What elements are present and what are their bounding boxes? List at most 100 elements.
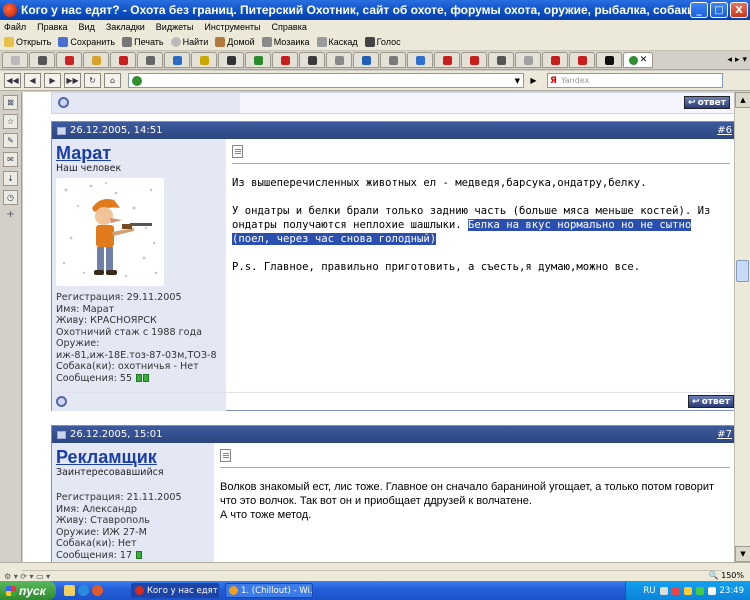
username-link[interactable]: Рекламщик <box>56 447 210 467</box>
browser-tab[interactable] <box>137 52 163 68</box>
save-button[interactable]: Сохранить <box>58 37 115 47</box>
downloads-panel-icon[interactable]: ↓ <box>3 171 18 186</box>
menu-file[interactable]: Файл <box>4 22 26 32</box>
cascade-button[interactable]: Каскад <box>316 37 358 47</box>
reply-button[interactable]: ↩ ответ <box>688 395 734 408</box>
menu-help[interactable]: Справка <box>272 22 307 32</box>
username-link[interactable]: Марат <box>56 143 222 163</box>
panel-toggle-icon[interactable]: ⊠ <box>3 95 18 110</box>
reply-button-prev[interactable]: ↩ ответ <box>684 96 730 109</box>
scroll-down-icon[interactable]: ▼ <box>735 546 750 562</box>
browser-tab[interactable] <box>164 52 190 68</box>
forum-post: 26.12.2005, 14:51 #6 Марат Наш человек Р… <box>51 121 734 411</box>
search-input[interactable]: Я Yandex <box>547 73 723 88</box>
browser-tab[interactable] <box>326 52 352 68</box>
tab-scroll-right-icon[interactable]: ▸ <box>735 55 740 65</box>
tray-icon[interactable] <box>683 586 692 595</box>
add-panel-icon[interactable]: + <box>6 209 14 220</box>
quick-launch-icon[interactable] <box>64 585 75 596</box>
status-tools-icon[interactable]: ⚙ ▾ ⟳ ▾ ▭ ▾ <box>4 572 50 581</box>
tray-icon[interactable] <box>707 586 716 595</box>
quick-launch-icon[interactable] <box>78 585 89 596</box>
post-number[interactable]: #6 <box>717 125 732 136</box>
maximize-button[interactable]: □ <box>710 2 728 18</box>
menu-widgets[interactable]: Виджеты <box>156 22 194 32</box>
voice-button[interactable]: Голос <box>364 37 401 47</box>
taskbar-item-browser[interactable]: Кого у нас едят? ... <box>131 583 219 598</box>
zoom-level[interactable]: 🔍 150% <box>709 571 744 580</box>
browser-tab[interactable] <box>542 52 568 68</box>
browser-tab[interactable] <box>515 52 541 68</box>
browser-tab[interactable] <box>380 52 406 68</box>
browser-tab[interactable] <box>434 52 460 68</box>
print-button[interactable]: Печать <box>122 37 164 47</box>
address-dropdown-icon[interactable]: ▼ <box>515 77 523 85</box>
browser-tab[interactable] <box>569 52 595 68</box>
yandex-icon: Я <box>550 75 557 86</box>
home-nav-button[interactable]: ⌂ <box>104 73 121 88</box>
browser-tab[interactable] <box>2 52 28 68</box>
find-button[interactable]: Найти <box>170 37 208 47</box>
fast-forward-button[interactable]: ▶▶ <box>64 73 81 88</box>
reputation-icon <box>136 550 143 559</box>
browser-tab[interactable] <box>299 52 325 68</box>
user-registration: Регистрация: 29.11.2005 <box>56 292 182 303</box>
browser-tab[interactable] <box>218 52 244 68</box>
notes-panel-icon[interactable]: ✎ <box>3 133 18 148</box>
tray-icon[interactable] <box>671 586 680 595</box>
tab-scroll-left-icon[interactable]: ◂ <box>727 55 732 65</box>
post-number-link[interactable]: #7 <box>717 429 732 440</box>
tab-scroll-controls[interactable]: ◂ ▸ ▾ <box>727 55 750 65</box>
post-footer: ↩ ответ <box>52 392 734 411</box>
browser-tab[interactable] <box>29 52 55 68</box>
minimize-button[interactable]: _ <box>690 2 708 18</box>
language-indicator[interactable]: RU <box>643 586 655 596</box>
tab-list-icon[interactable]: ▾ <box>742 55 747 65</box>
menu-bookmarks[interactable]: Закладки <box>106 22 145 32</box>
post-document-icon <box>220 449 231 462</box>
browser-tab-active[interactable]: ✕ <box>623 52 653 68</box>
scroll-thumb[interactable] <box>736 260 749 282</box>
quick-launch-icon[interactable] <box>92 585 103 596</box>
taskbar-item-winamp[interactable]: 1. (Chillout) - Wi... <box>225 583 313 598</box>
browser-tab[interactable] <box>110 52 136 68</box>
forward-button[interactable]: ▶ <box>44 73 61 88</box>
menu-view[interactable]: Вид <box>79 22 95 32</box>
bookmarks-panel-icon[interactable]: ☆ <box>3 114 18 129</box>
close-button[interactable]: X <box>730 2 748 18</box>
home-button[interactable]: Домой <box>215 37 255 47</box>
menu-edit[interactable]: Правка <box>37 22 67 32</box>
browser-tab[interactable] <box>461 52 487 68</box>
browser-tab[interactable] <box>407 52 433 68</box>
horizontal-scrollbar[interactable] <box>22 564 722 571</box>
browser-tab[interactable] <box>272 52 298 68</box>
tray-icon[interactable] <box>695 586 704 595</box>
browser-tab[interactable] <box>353 52 379 68</box>
scroll-up-icon[interactable]: ▲ <box>735 92 750 108</box>
browser-tab[interactable] <box>488 52 514 68</box>
rewind-button[interactable]: ◀◀ <box>4 73 21 88</box>
address-bar[interactable]: ▼ <box>128 73 524 88</box>
browser-tab[interactable] <box>56 52 82 68</box>
open-button[interactable]: Открыть <box>4 37 51 47</box>
tab-close-icon[interactable]: ✕ <box>640 55 648 65</box>
tile-button[interactable]: Мозаика <box>261 37 310 47</box>
tray-icon[interactable] <box>659 586 668 595</box>
reload-button[interactable]: ↻ <box>84 73 101 88</box>
mail-panel-icon[interactable]: ✉ <box>3 152 18 167</box>
post-number[interactable]: #7 <box>717 429 732 440</box>
post-number-link[interactable]: #6 <box>717 125 732 136</box>
vertical-scrollbar[interactable]: ▲ ▼ <box>734 92 750 562</box>
back-button[interactable]: ◀ <box>24 73 41 88</box>
user-realname: Имя: Александр <box>56 503 138 515</box>
browser-tab[interactable] <box>83 52 109 68</box>
menu-tools[interactable]: Инструменты <box>204 22 260 32</box>
history-panel-icon[interactable]: ◷ <box>3 190 18 205</box>
browser-tab[interactable] <box>245 52 271 68</box>
post-footer-user-cell <box>52 392 226 411</box>
browser-tab[interactable] <box>191 52 217 68</box>
quick-launch <box>64 585 103 596</box>
browser-tab[interactable] <box>596 52 622 68</box>
start-button[interactable]: пуск <box>0 581 56 600</box>
go-button[interactable]: ▶ <box>527 73 540 88</box>
